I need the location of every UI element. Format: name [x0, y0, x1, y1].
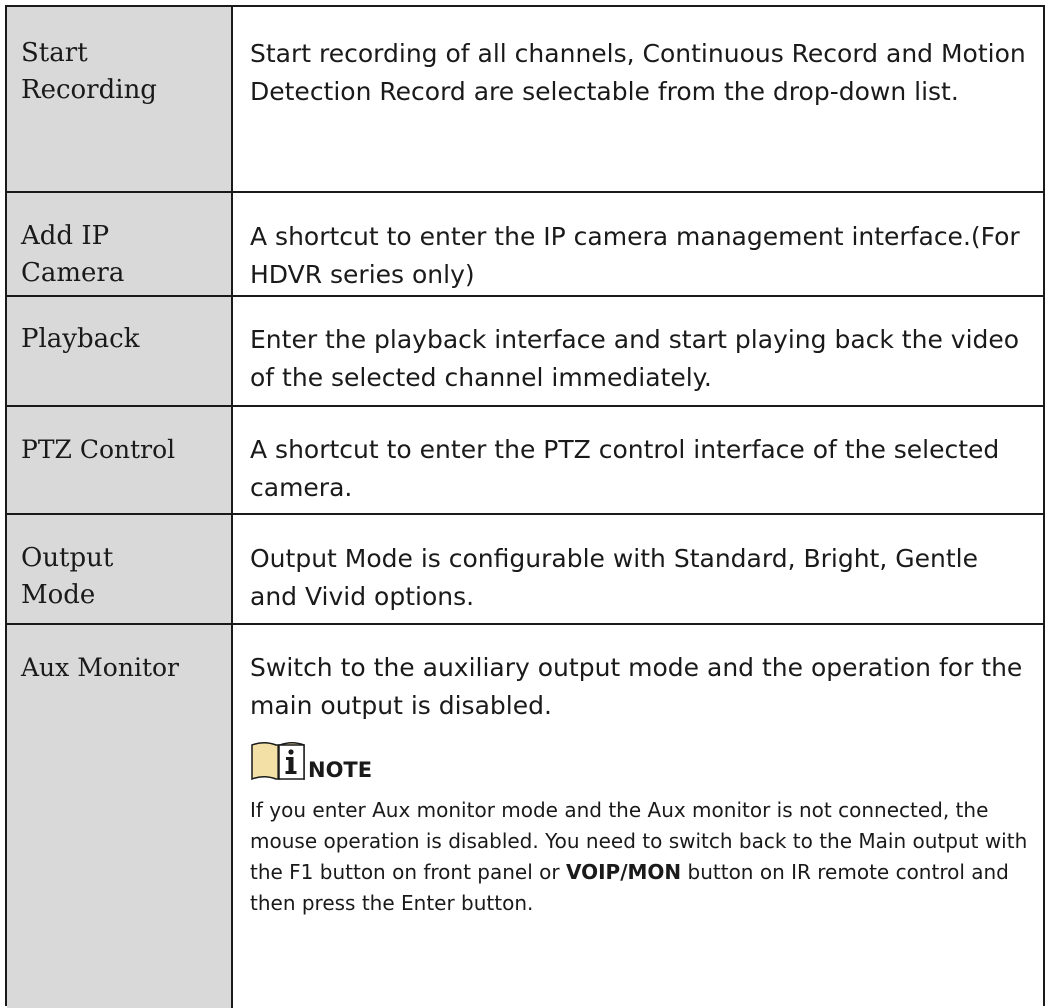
row-description-text: Output Mode is configurable with Standar…	[250, 544, 978, 611]
row-label: PTZ Control	[7, 407, 233, 513]
note-label: NOTE	[308, 758, 373, 782]
row-description: Enter the playback interface and start p…	[233, 297, 1043, 405]
row-description: Output Mode is configurable with Standar…	[233, 515, 1043, 623]
row-description-text: Start recording of all channels, Continu…	[250, 39, 1026, 106]
info-note-icon	[250, 741, 306, 781]
function-table: Start Recording Start recording of all c…	[5, 5, 1045, 1008]
row-description-text: A shortcut to enter the IP camera manage…	[250, 222, 1020, 289]
row-description-text: Switch to the auxiliary output mode and …	[250, 653, 1023, 720]
note-header: NOTE	[250, 739, 1029, 781]
row-label: Output Mode	[7, 515, 233, 623]
row-description-text: A shortcut to enter the PTZ control inte…	[250, 435, 1000, 502]
row-description: Switch to the auxiliary output mode and …	[233, 625, 1043, 1008]
row-label-text: Playback	[21, 324, 140, 354]
row-label-text: Start Recording	[21, 38, 157, 105]
row-label: Add IP Camera	[7, 193, 233, 295]
row-label-text: PTZ Control	[21, 435, 176, 464]
note-bold-key: VOIP/MON	[565, 860, 682, 884]
table-row: Playback Enter the playback interface an…	[7, 297, 1043, 407]
note-text: If you enter Aux monitor mode and the Au…	[250, 795, 1029, 919]
table-row: Aux Monitor Switch to the auxiliary outp…	[7, 625, 1043, 1008]
table-row: Start Recording Start recording of all c…	[7, 7, 1043, 193]
row-description-text: Enter the playback interface and start p…	[250, 325, 1020, 392]
table-row: Add IP Camera A shortcut to enter the IP…	[7, 193, 1043, 297]
row-label: Start Recording	[7, 7, 233, 191]
row-label: Playback	[7, 297, 233, 405]
row-description: A shortcut to enter the IP camera manage…	[233, 193, 1043, 295]
row-label-text: Output Mode	[21, 543, 114, 610]
table-row: Output Mode Output Mode is configurable …	[7, 515, 1043, 625]
row-description: Start recording of all channels, Continu…	[233, 7, 1043, 191]
row-label-text: Add IP Camera	[21, 221, 125, 288]
table-row: PTZ Control A shortcut to enter the PTZ …	[7, 407, 1043, 515]
row-description: A shortcut to enter the PTZ control inte…	[233, 407, 1043, 513]
row-label: Aux Monitor	[7, 625, 233, 1008]
row-label-text: Aux Monitor	[21, 653, 179, 682]
